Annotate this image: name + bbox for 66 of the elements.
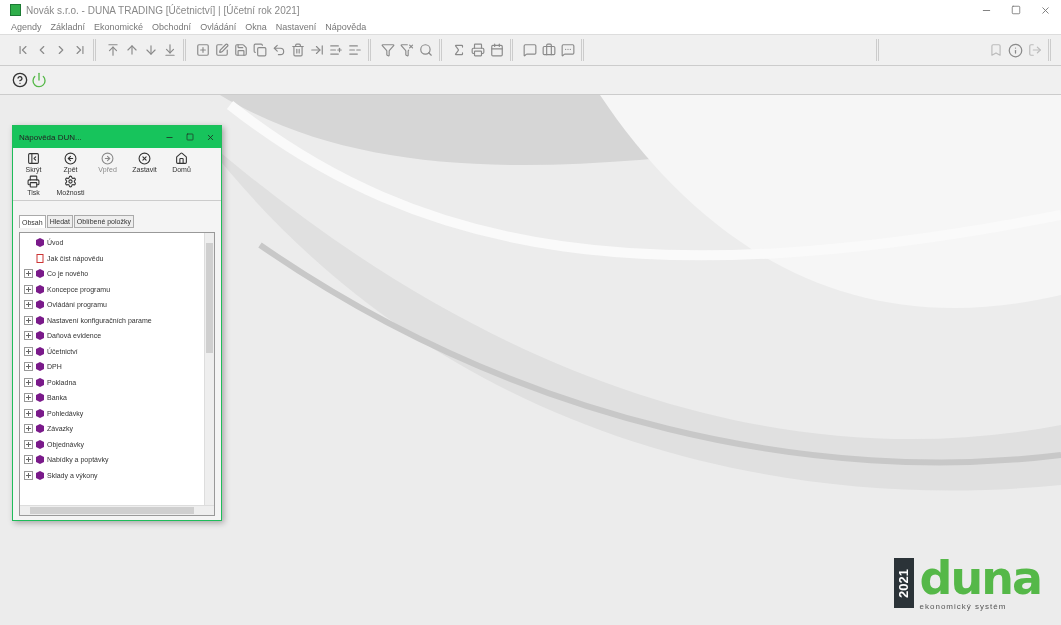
help-icon[interactable] xyxy=(12,72,28,88)
expand-toggle[interactable] xyxy=(24,346,33,356)
menu-item[interactable]: Ekonomické xyxy=(94,22,144,32)
logo-tagline: ekonomický systém xyxy=(919,602,1008,611)
expand-toggle[interactable] xyxy=(24,269,33,279)
first-icon[interactable] xyxy=(16,43,30,57)
home-icon xyxy=(175,152,188,165)
expand-toggle[interactable] xyxy=(24,315,33,325)
add-icon[interactable] xyxy=(196,43,210,57)
trash-icon[interactable] xyxy=(291,43,305,57)
maximize-icon[interactable] xyxy=(186,133,194,141)
calendar-icon[interactable] xyxy=(490,43,504,57)
help-window-title: Nápověda DUN... xyxy=(19,132,83,142)
arrow-top-icon[interactable] xyxy=(106,43,120,57)
close-icon[interactable] xyxy=(1040,4,1051,16)
settings-icon xyxy=(64,175,77,188)
printer-icon xyxy=(27,175,40,188)
page-icon xyxy=(35,253,45,263)
copy-icon[interactable] xyxy=(253,43,267,57)
expand-toggle[interactable] xyxy=(24,362,33,372)
scrollbar[interactable] xyxy=(20,505,214,515)
search-icon[interactable] xyxy=(419,43,433,57)
bookmark-icon[interactable] xyxy=(989,43,1003,57)
scrollbar[interactable] xyxy=(204,233,214,505)
menu-item[interactable]: Nastavení xyxy=(275,22,317,32)
panel-icon xyxy=(27,152,40,165)
last-icon[interactable] xyxy=(73,43,87,57)
logo-text: duna xyxy=(919,558,1041,598)
save-icon[interactable] xyxy=(234,43,248,57)
menu-item[interactable]: Nápověda xyxy=(325,22,367,32)
expand-toggle[interactable] xyxy=(24,439,33,449)
x-circle-icon xyxy=(138,152,151,165)
arrow-bottom-icon[interactable] xyxy=(163,43,177,57)
close-icon[interactable] xyxy=(206,132,215,142)
expand-toggle[interactable] xyxy=(24,377,33,387)
filter-icon[interactable] xyxy=(381,43,395,57)
arrow-right-icon[interactable] xyxy=(310,43,324,57)
message-icon[interactable] xyxy=(561,43,575,57)
logout-icon[interactable] xyxy=(1028,43,1042,57)
window-title: Novák s.r.o. - DUNA TRADING [Účetnictví] | [Účetní rok 2021] xyxy=(26,4,301,16)
expand-toggle[interactable] xyxy=(24,300,33,310)
menu-item[interactable]: Obchodní xyxy=(152,22,192,32)
app-icon xyxy=(10,4,21,16)
expand-toggle[interactable] xyxy=(24,284,33,294)
menu-item[interactable]: Okna xyxy=(245,22,267,32)
maximize-icon[interactable] xyxy=(1011,5,1021,15)
menu-item[interactable]: Základní xyxy=(50,22,86,32)
expand-toggle[interactable] xyxy=(24,455,33,465)
expand-toggle[interactable] xyxy=(24,470,33,480)
expand-toggle[interactable] xyxy=(24,393,33,403)
filter-clear-icon[interactable] xyxy=(400,43,414,57)
list-plus-icon[interactable] xyxy=(329,43,343,57)
printer-icon[interactable] xyxy=(471,43,485,57)
message-icon[interactable] xyxy=(523,43,537,57)
briefcase-icon[interactable] xyxy=(542,43,556,57)
expand-toggle[interactable] xyxy=(24,408,33,418)
expand-toggle[interactable] xyxy=(24,331,33,341)
undo-icon[interactable] xyxy=(272,43,286,57)
year-badge: 2021 xyxy=(893,558,914,608)
menu-item[interactable]: Agendy xyxy=(11,22,42,32)
sigma-icon[interactable] xyxy=(452,43,466,57)
menu-item[interactable]: Ovládání xyxy=(200,22,237,32)
edit-icon[interactable] xyxy=(215,43,229,57)
info-icon[interactable] xyxy=(1008,42,1023,58)
expand-toggle[interactable] xyxy=(24,424,33,434)
list-minus-icon[interactable] xyxy=(348,43,362,57)
